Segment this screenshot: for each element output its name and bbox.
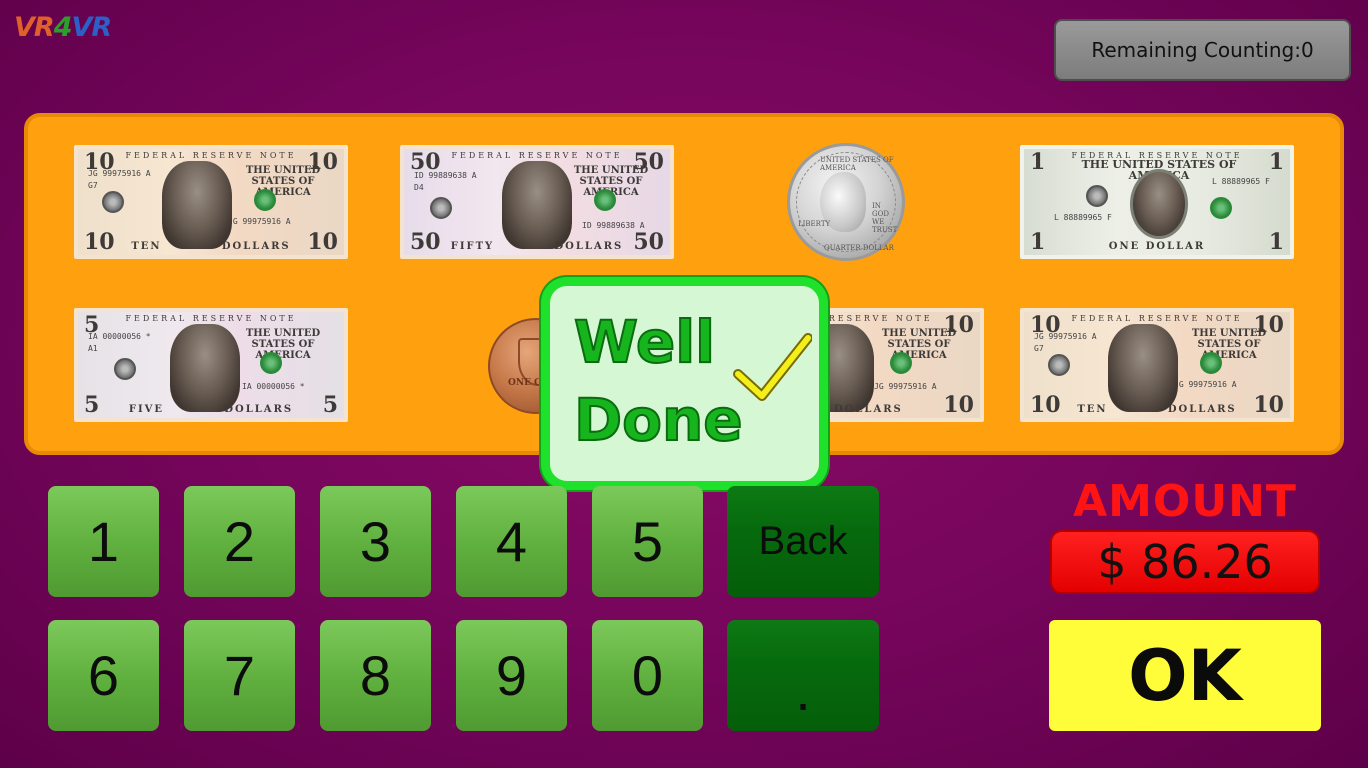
amount-label: AMOUNT — [1073, 476, 1297, 527]
bill-serial: IA 00000056 * — [242, 382, 305, 391]
well-done-line1: Well — [573, 307, 716, 377]
bill-value: 1 — [1030, 149, 1046, 175]
treasury-seal-icon — [254, 189, 276, 211]
bill-title: THE UNITED STATES OF AMERICA — [881, 328, 957, 361]
logo-part-4: 4 — [53, 12, 73, 43]
bill-word: ONE DOLLAR — [1108, 241, 1206, 252]
bill-word: TEN — [131, 241, 162, 252]
bill-serial: IA 00000056 * — [88, 332, 151, 341]
well-done-line2: Done — [573, 385, 744, 455]
bill-word: DOLLARS — [834, 404, 903, 415]
bill-prefix: G7 — [88, 181, 98, 190]
bill-serial: ID 99889638 A — [414, 171, 477, 180]
federal-seal-icon — [102, 191, 124, 213]
logo-part-vr-2: VR — [71, 12, 112, 43]
bill-serial: JG 99975916 A — [874, 382, 937, 391]
ten-dollar-bill[interactable]: FEDERAL RESERVE NOTE 10 10 10 10 JG 9997… — [74, 145, 348, 259]
bill-serial: JG 99975916 A — [88, 169, 151, 178]
bill-word: DOLLARS — [1167, 404, 1237, 415]
bill-serial: L 88889965 F — [1212, 177, 1270, 186]
bill-word: DOLLARS — [554, 241, 624, 252]
bill-serial: JG 99975916 A — [228, 217, 291, 226]
ten-dollar-bill-3[interactable]: FEDERAL RESERVE NOTE 10 10 10 10 JG 9997… — [1020, 308, 1294, 422]
bill-prefix: A1 — [88, 344, 98, 353]
bill-title: THE UNITED STATES OF AMERICA — [245, 165, 321, 198]
key-7[interactable]: 7 — [184, 620, 295, 731]
ok-button[interactable]: OK — [1049, 620, 1321, 731]
treasury-seal-icon — [260, 352, 282, 374]
fifty-dollar-bill[interactable]: FEDERAL RESERVE NOTE 50 50 50 50 ID 9988… — [400, 145, 674, 259]
federal-seal-icon — [430, 197, 452, 219]
bill-word: DOLLARS — [221, 241, 291, 252]
bill-header: FEDERAL RESERVE NOTE — [1071, 314, 1243, 323]
key-5[interactable]: 5 — [592, 486, 703, 597]
bill-word: DOLLARS — [224, 404, 294, 415]
bill-header: FEDERAL RESERVE NOTE — [125, 314, 297, 323]
bill-header: FEDERAL RESERVE NOTE — [125, 151, 297, 160]
bill-serial: ID 99889638 A — [582, 221, 645, 230]
coin-text: QUARTER DOLLAR — [824, 244, 894, 252]
key-8[interactable]: 8 — [320, 620, 431, 731]
key-2[interactable]: 2 — [184, 486, 295, 597]
bill-prefix: D4 — [414, 183, 424, 192]
treasury-seal-icon — [1200, 352, 1222, 374]
treasury-seal-icon — [594, 189, 616, 211]
key-0[interactable]: 0 — [592, 620, 703, 731]
federal-seal-icon — [1086, 185, 1108, 207]
bill-serial: L 88889965 F — [1054, 213, 1112, 222]
coin-text: IN GOD WE TRUST — [872, 202, 898, 234]
bill-value: 1 — [1268, 149, 1284, 175]
key-4[interactable]: 4 — [456, 486, 567, 597]
one-dollar-bill[interactable]: FEDERAL RESERVE NOTE 1 1 1 1 THE UNITED … — [1020, 145, 1294, 259]
bill-value: 10 — [943, 392, 974, 418]
bill-word: FIFTY — [450, 241, 495, 252]
bill-serial: JG 99975916 A — [1174, 380, 1237, 389]
bill-title: THE UNITED STATES OF AMERICA — [245, 328, 321, 361]
key-9[interactable]: 9 — [456, 620, 567, 731]
app-logo: VR4VR — [14, 12, 112, 43]
five-dollar-bill[interactable]: FEDERAL RESERVE NOTE 5 5 5 IA 00000056 *… — [74, 308, 348, 422]
bill-serial: JG 99975916 A — [1034, 332, 1097, 341]
key-1[interactable]: 1 — [48, 486, 159, 597]
bill-word: TEN — [1077, 404, 1108, 415]
checkmark-icon — [733, 333, 812, 401]
key-3[interactable]: 3 — [320, 486, 431, 597]
treasury-seal-icon — [1210, 197, 1232, 219]
bill-title: THE UNITED STATES OF AMERICA — [1191, 328, 1267, 361]
logo-part-vr: VR — [14, 12, 55, 43]
bill-word: FIVE — [128, 404, 165, 415]
remaining-counting-badge: Remaining Counting:0 — [1054, 19, 1351, 81]
decimal-point-button[interactable]: . — [727, 620, 879, 731]
treasury-seal-icon — [890, 352, 912, 374]
back-button[interactable]: Back — [727, 486, 879, 597]
portrait-hamilton — [1108, 324, 1178, 412]
key-6[interactable]: 6 — [48, 620, 159, 731]
portrait-washington — [1130, 169, 1188, 239]
bill-prefix: G7 — [1034, 344, 1044, 353]
coin-text: UNITED STATES OF AMERICA — [820, 156, 894, 172]
quarter-coin[interactable]: UNITED STATES OF AMERICA LIBERTY IN GOD … — [787, 143, 905, 261]
federal-seal-icon — [114, 358, 136, 380]
bill-header: FEDERAL RESERVE NOTE — [451, 151, 623, 160]
well-done-popup: Well Done — [541, 277, 828, 490]
coin-text: LIBERTY — [798, 220, 831, 228]
federal-seal-icon — [1048, 354, 1070, 376]
amount-display: $ 86.26 — [1050, 530, 1320, 594]
portrait-hamilton — [162, 161, 232, 249]
